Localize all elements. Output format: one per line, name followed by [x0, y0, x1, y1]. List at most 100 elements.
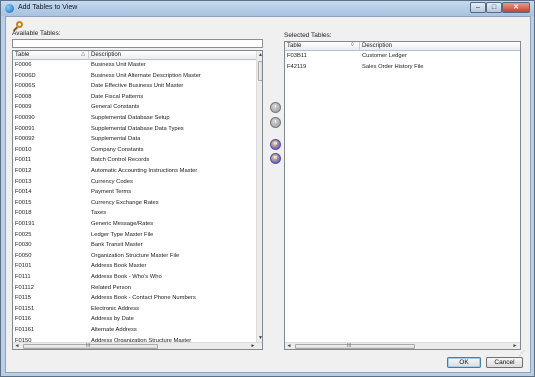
table-row[interactable]: F01161 Alternate Address — [13, 326, 256, 334]
title-bar[interactable]: Add Tables to View – □ ✕ — [1, 1, 534, 16]
selected-column-header-table[interactable]: Table — [285, 42, 360, 51]
selected-scroll-left-arrow-icon[interactable]: ◄ — [285, 343, 293, 349]
available-vertical-scrollbar[interactable]: ▲ ▼ — [256, 51, 262, 342]
table-description-cell: Business Unit Alternate Description Mast… — [91, 72, 201, 79]
table-row[interactable]: F0111 Address Book - Who's Who — [13, 273, 256, 281]
available-list-header: Table △ Description — [13, 51, 256, 60]
selected-horizontal-scroll-thumb[interactable] — [295, 344, 415, 349]
table-row[interactable]: F0009 General Constants — [13, 103, 256, 111]
table-name-cell: F0014 — [15, 189, 32, 196]
table-row[interactable]: F00092 Supplemental Data — [13, 135, 256, 143]
add-table-button[interactable]: › — [270, 102, 281, 113]
table-name-cell: F0010 — [15, 146, 32, 153]
available-filter-input[interactable] — [12, 39, 263, 48]
table-name-cell: F0101 — [15, 263, 32, 270]
table-row[interactable]: F0050 Organization Structure Master File — [13, 252, 256, 260]
table-description-cell: Currency Exchange Rates — [91, 199, 159, 206]
available-horizontal-scrollbar[interactable]: ◄ III ► — [13, 342, 262, 349]
table-name-cell: F0115 — [15, 295, 32, 302]
table-description-cell: Bank Transit Master — [91, 242, 143, 249]
table-row[interactable]: F00091 Supplemental Database Data Types — [13, 125, 256, 133]
scroll-left-arrow-icon[interactable]: ◄ — [13, 343, 21, 349]
table-row[interactable]: F00191 Generic Message/Rates — [13, 220, 256, 228]
close-button[interactable]: ✕ — [502, 2, 530, 13]
table-description-cell: Alternate Address — [91, 327, 137, 333]
table-description-cell: General Constants — [91, 104, 140, 111]
table-name-cell: F0009 — [15, 104, 32, 111]
selected-horizontal-scrollbar[interactable]: ◄ III ► — [285, 342, 520, 349]
selected-list-header: Table ◊ Description — [285, 42, 520, 51]
dialog-window: Add Tables to View – □ ✕ Available Table… — [0, 0, 535, 377]
window-title: Add Tables to View — [18, 4, 78, 11]
table-description-cell: Sales Order History File — [362, 63, 424, 70]
table-row[interactable]: F0013 Currency Codes — [13, 178, 256, 186]
scroll-up-arrow-icon[interactable]: ▲ — [257, 51, 262, 59]
column-header-table-label: Table — [15, 52, 30, 58]
table-description-cell: Automatic Accounting Instructions Master — [91, 168, 198, 174]
table-row[interactable]: F01112 Related Person — [13, 284, 256, 292]
table-row[interactable]: F0025 Ledger Type Master File — [13, 231, 256, 239]
table-name-cell: F0030 — [15, 242, 32, 249]
table-description-cell: Address Book Master — [91, 263, 147, 270]
table-row[interactable]: F0030 Bank Transit Master — [13, 241, 256, 249]
maximize-button[interactable]: □ — [486, 2, 502, 13]
selected-tables-list[interactable]: Table ◊ Description F03B11 Customer Ledge… — [284, 41, 521, 350]
table-description-cell: Currency Codes — [91, 178, 133, 185]
selected-column-header-description[interactable]: Description — [360, 42, 520, 51]
vertical-scroll-thumb[interactable] — [258, 61, 262, 81]
remove-all-tables-button[interactable]: « — [270, 153, 281, 164]
table-row[interactable]: F0018 Taxes — [13, 209, 256, 217]
table-description-cell: Batch Control Records — [91, 157, 150, 164]
selected-column-header-description-label: Description — [362, 43, 393, 49]
table-row[interactable]: F0006D Business Unit Alternate Descriptio… — [13, 72, 256, 80]
table-description-cell: Date Fiscal Patterns — [91, 93, 144, 100]
table-name-cell: F01112 — [15, 284, 34, 291]
column-header-table[interactable]: Table — [13, 51, 89, 60]
table-row[interactable]: F0115 Address Book - Contact Phone Number… — [13, 294, 256, 302]
table-name-cell: F42119 — [287, 63, 307, 70]
table-row[interactable]: F0011 Batch Control Records — [13, 156, 256, 164]
table-row[interactable]: F03B11 Customer Ledger — [285, 52, 520, 60]
table-row[interactable]: F0010 Company Constants — [13, 146, 256, 154]
table-name-cell: F0012 — [15, 168, 32, 174]
table-name-cell: F03B11 — [287, 53, 307, 59]
table-description-cell: Payment Terms — [91, 189, 132, 196]
minimize-button[interactable]: – — [470, 2, 486, 13]
available-tables-list[interactable]: Table △ Description F0006 Business Unit M… — [12, 50, 263, 350]
table-description-cell: Address Book - Contact Phone Numbers — [91, 295, 196, 302]
column-header-description-label: Description — [91, 52, 122, 58]
table-row[interactable]: F0101 Address Book Master — [13, 262, 256, 270]
column-header-description[interactable]: Description — [89, 51, 256, 60]
table-row[interactable]: F42119 Sales Order History File — [285, 63, 520, 71]
table-row[interactable]: F0006 Business Unit Master — [13, 61, 256, 69]
table-description-cell: Generic Message/Rates — [91, 221, 154, 227]
table-row[interactable]: F0008 Date Fiscal Patterns — [13, 93, 256, 101]
table-name-cell: F0008 — [15, 93, 32, 100]
table-row[interactable]: F00090 Supplemental Database Setup — [13, 114, 256, 122]
scroll-down-arrow-icon[interactable]: ▼ — [257, 334, 262, 342]
table-description-cell: Electronic Address — [91, 305, 140, 312]
scroll-right-arrow-icon[interactable]: ► — [249, 343, 257, 349]
table-name-cell: F0011 — [15, 157, 32, 164]
cancel-button[interactable]: Cancel — [486, 357, 523, 368]
remove-table-button[interactable]: ‹ — [270, 117, 281, 128]
table-name-cell: F0116 — [15, 316, 32, 323]
table-description-cell: Business Unit Master — [91, 62, 146, 68]
ok-button[interactable]: OK — [447, 357, 481, 368]
table-row[interactable]: F0014 Payment Terms — [13, 188, 256, 196]
resize-grip-icon[interactable]: ⋰ — [519, 350, 525, 357]
table-row[interactable]: F0006S Date Effective Business Unit Maste… — [13, 82, 256, 90]
selected-scroll-right-arrow-icon[interactable]: ► — [511, 343, 519, 349]
table-row[interactable]: F01151 Electronic Address — [13, 305, 256, 313]
table-row[interactable]: F0116 Address by Date — [13, 315, 256, 323]
table-name-cell: F0013 — [15, 178, 32, 185]
table-name-cell: F00091 — [15, 125, 35, 132]
horizontal-scroll-thumb[interactable] — [23, 344, 158, 349]
table-row[interactable]: F0012 Automatic Accounting Instructions M… — [13, 167, 256, 175]
add-all-tables-button[interactable]: » — [270, 139, 281, 150]
table-row[interactable]: F0015 Currency Exchange Rates — [13, 199, 256, 207]
table-name-cell: F0006S — [15, 83, 36, 90]
table-name-cell: F0111 — [15, 274, 31, 280]
table-description-cell: Address by Date — [91, 316, 134, 323]
table-description-cell: Organization Structure Master File — [91, 252, 180, 259]
